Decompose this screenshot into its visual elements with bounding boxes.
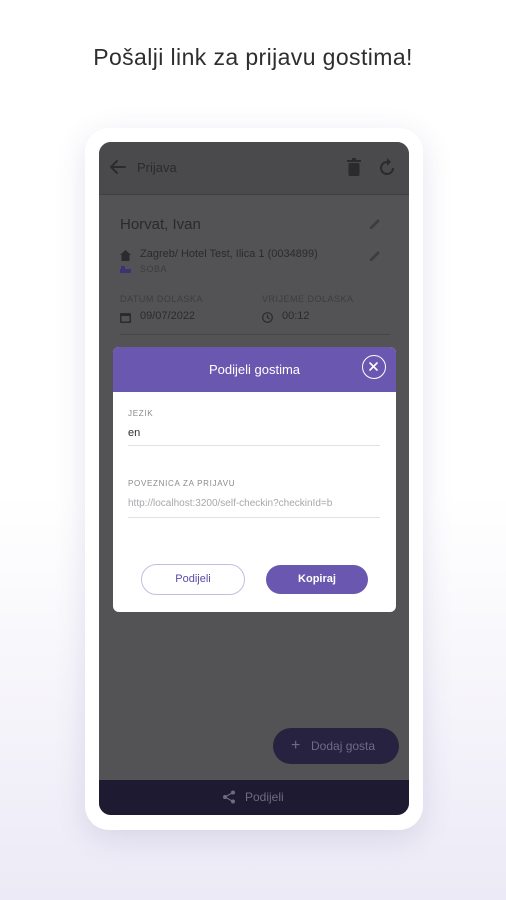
close-icon bbox=[369, 362, 378, 371]
language-label: JEZIK bbox=[128, 409, 154, 418]
arrival-time-label: VRIJEME DOLASKA bbox=[262, 294, 354, 304]
arrival-date-label: DATUM DOLASKA bbox=[120, 294, 203, 304]
hotel-icon bbox=[120, 250, 131, 261]
hotel-info: Zagreb/ Hotel Test, Ilica 1 (0034899) bbox=[140, 248, 318, 260]
reservation-card[interactable]: Horvat, Ivan Zagreb/ Hotel Test, Ilica 1… bbox=[109, 206, 390, 341]
edit-hotel-icon[interactable] bbox=[369, 250, 381, 262]
divider bbox=[120, 334, 390, 335]
share-label: Podijeli bbox=[245, 790, 284, 804]
bed-icon bbox=[120, 266, 131, 273]
arrow-left-icon[interactable] bbox=[109, 158, 127, 176]
language-input[interactable]: en bbox=[128, 427, 140, 439]
link-label: POVEZNICA ZA PRIJAVU bbox=[128, 479, 236, 488]
page-title: Prijava bbox=[137, 160, 177, 175]
language-underline bbox=[128, 445, 380, 446]
copy-button[interactable]: Kopiraj bbox=[266, 565, 368, 594]
clock-icon bbox=[262, 312, 273, 323]
headline: Pošalji link za prijavu gostima! bbox=[93, 44, 413, 70]
share-button[interactable]: Podijeli bbox=[141, 564, 245, 595]
edit-guest-icon[interactable] bbox=[369, 218, 381, 230]
app-bar: Prijava bbox=[99, 142, 409, 195]
close-button[interactable] bbox=[362, 355, 386, 379]
dialog-title: Podijeli gostima bbox=[208, 362, 301, 377]
link-input[interactable]: http://localhost:3200/self-checkin?check… bbox=[128, 498, 380, 509]
dialog-header: Podijeli gostima bbox=[113, 347, 396, 392]
add-guest-button[interactable]: + Dodaj gosta bbox=[273, 728, 399, 764]
arrival-time: 00:12 bbox=[282, 310, 310, 322]
share-icon bbox=[223, 790, 235, 804]
link-underline bbox=[128, 517, 380, 518]
trash-icon[interactable] bbox=[347, 158, 361, 176]
guest-name: Horvat, Ivan bbox=[120, 216, 201, 233]
room-label: SOBA bbox=[140, 264, 168, 274]
share-dialog: Podijeli gostima JEZIK en POVEZNICA ZA P… bbox=[113, 347, 396, 612]
arrival-date: 09/07/2022 bbox=[140, 310, 196, 322]
refresh-icon[interactable] bbox=[378, 157, 396, 177]
plus-icon: + bbox=[291, 737, 301, 754]
add-guest-label: Dodaj gosta bbox=[311, 739, 376, 753]
calendar-icon bbox=[120, 313, 131, 323]
share-bottom-bar[interactable]: Podijeli bbox=[99, 780, 409, 815]
